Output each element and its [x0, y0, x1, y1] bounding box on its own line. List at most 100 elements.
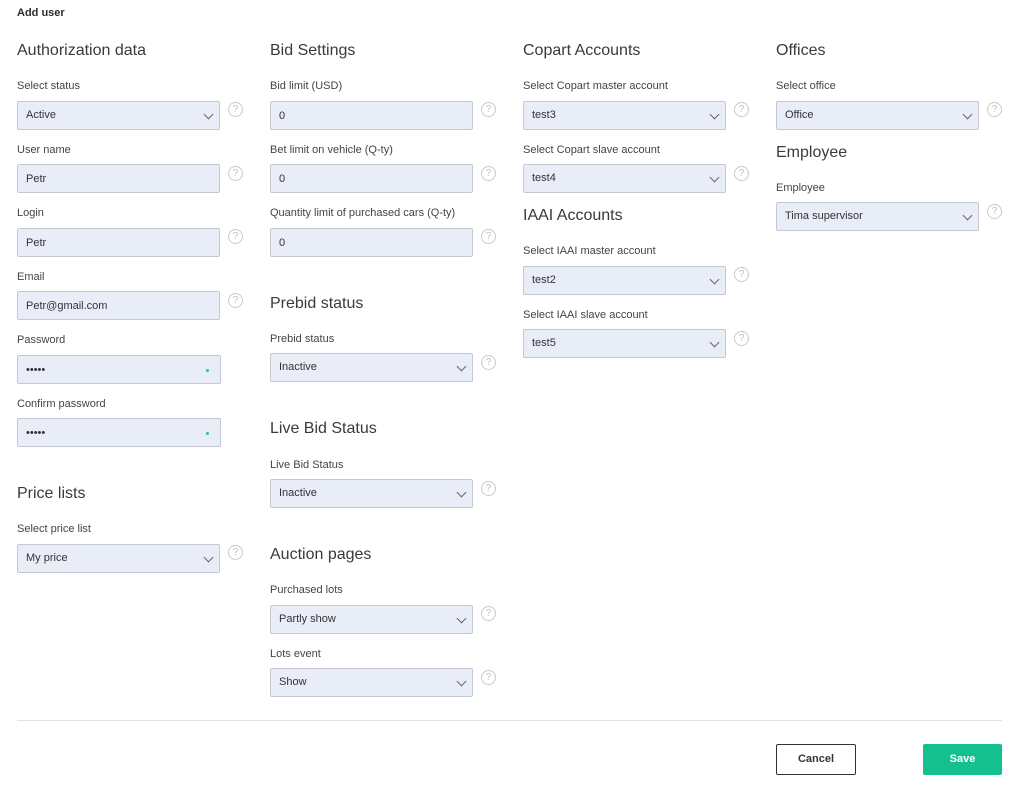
copart-slave-select[interactable]: test4: [523, 164, 726, 193]
iaai-master-select[interactable]: test2: [523, 266, 726, 295]
price-list-select[interactable]: My price: [17, 544, 220, 573]
bet-limit-field-box: [270, 164, 473, 193]
help-icon[interactable]: ?: [228, 166, 243, 181]
chevron-down-icon: [203, 552, 214, 563]
quantity-limit-label: Quantity limit of purchased cars (Q-ty): [270, 207, 456, 219]
help-icon[interactable]: ?: [228, 229, 243, 244]
help-icon[interactable]: ?: [228, 293, 243, 308]
chevron-down-icon: [709, 172, 720, 183]
section-title-offices: Offices: [776, 42, 826, 59]
section-title-bid-settings: Bid Settings: [270, 42, 356, 59]
username-field-box: [17, 164, 220, 193]
copart-slave-value: test4: [532, 172, 556, 184]
chevron-down-icon: [962, 210, 973, 221]
bid-limit-input[interactable]: [279, 102, 459, 129]
bet-limit-input[interactable]: [279, 165, 459, 192]
purchased-lots-select[interactable]: Partly show: [270, 605, 473, 634]
section-title-live-bid: Live Bid Status: [270, 420, 377, 437]
help-icon[interactable]: ?: [481, 102, 496, 117]
bet-limit-label: Bet limit on vehicle (Q-ty): [270, 144, 393, 156]
chevron-down-icon: [456, 487, 467, 498]
chevron-down-icon: [709, 274, 720, 285]
chevron-down-icon: [709, 109, 720, 120]
office-select[interactable]: Office: [776, 101, 979, 130]
chevron-down-icon: [709, 337, 720, 348]
password-field-box: [17, 355, 221, 384]
section-title-employee: Employee: [776, 144, 848, 161]
prebid-status-value: Inactive: [279, 361, 317, 373]
iaai-slave-value: test5: [532, 337, 556, 349]
login-label: Login: [17, 207, 44, 219]
live-bid-status-select[interactable]: Inactive: [270, 479, 473, 508]
help-icon[interactable]: ?: [734, 102, 749, 117]
copart-master-label: Select Copart master account: [523, 80, 668, 92]
copart-slave-label: Select Copart slave account: [523, 144, 660, 156]
help-icon[interactable]: ?: [734, 331, 749, 346]
help-icon[interactable]: ?: [228, 545, 243, 560]
password-label: Password: [17, 334, 66, 346]
help-icon[interactable]: ?: [734, 166, 749, 181]
section-title-iaai: IAAI Accounts: [523, 207, 623, 224]
employee-label: Employee: [776, 182, 825, 194]
lots-event-select[interactable]: Show: [270, 668, 473, 697]
email-field-box: [17, 291, 220, 320]
section-title-price-lists: Price lists: [17, 485, 86, 502]
username-label: User name: [17, 144, 71, 156]
help-icon[interactable]: ?: [481, 229, 496, 244]
email-label: Email: [17, 271, 45, 283]
login-input[interactable]: [26, 229, 206, 256]
help-icon[interactable]: ?: [481, 670, 496, 685]
footer-divider: [17, 720, 1002, 721]
chevron-down-icon: [456, 613, 467, 624]
price-list-value: My price: [26, 552, 68, 564]
help-icon[interactable]: ?: [734, 267, 749, 282]
confirm-password-label: Confirm password: [17, 398, 106, 410]
prebid-status-select[interactable]: Inactive: [270, 353, 473, 382]
confirm-password-input[interactable]: [26, 419, 206, 446]
bid-limit-label: Bid limit (USD): [270, 80, 343, 92]
purchased-lots-label: Purchased lots: [270, 584, 343, 596]
chevron-down-icon: [203, 109, 214, 120]
iaai-slave-label: Select IAAI slave account: [523, 309, 648, 321]
chevron-down-icon: [456, 676, 467, 687]
password-indicator-icon: [206, 432, 209, 435]
help-icon[interactable]: ?: [228, 102, 243, 117]
login-field-box: [17, 228, 220, 257]
quantity-limit-input[interactable]: [279, 229, 459, 256]
section-title-copart: Copart Accounts: [523, 42, 641, 59]
password-input[interactable]: [26, 356, 206, 383]
iaai-slave-select[interactable]: test5: [523, 329, 726, 358]
help-icon[interactable]: ?: [987, 102, 1002, 117]
password-indicator-icon: [206, 369, 209, 372]
live-bid-status-label: Live Bid Status: [270, 459, 344, 471]
status-value: Active: [26, 109, 56, 121]
help-icon[interactable]: ?: [481, 606, 496, 621]
lots-event-value: Show: [279, 676, 307, 688]
section-title-auction-pages: Auction pages: [270, 546, 372, 563]
confirm-password-field-box: [17, 418, 221, 447]
copart-master-value: test3: [532, 109, 556, 121]
status-select[interactable]: Active: [17, 101, 220, 130]
prebid-status-label: Prebid status: [270, 333, 335, 345]
save-button[interactable]: Save: [923, 744, 1002, 775]
username-input[interactable]: [26, 165, 206, 192]
employee-value: Tima supervisor: [785, 210, 863, 222]
help-icon[interactable]: ?: [987, 204, 1002, 219]
status-label: Select status: [17, 80, 80, 92]
email-input[interactable]: [26, 292, 206, 319]
price-list-label: Select price list: [17, 523, 91, 535]
section-title-prebid: Prebid status: [270, 295, 364, 312]
chevron-down-icon: [962, 109, 973, 120]
help-icon[interactable]: ?: [481, 481, 496, 496]
iaai-master-label: Select IAAI master account: [523, 245, 656, 257]
copart-master-select[interactable]: test3: [523, 101, 726, 130]
help-icon[interactable]: ?: [481, 355, 496, 370]
bid-limit-field-box: [270, 101, 473, 130]
live-bid-status-value: Inactive: [279, 487, 317, 499]
help-icon[interactable]: ?: [481, 166, 496, 181]
employee-select[interactable]: Tima supervisor: [776, 202, 979, 231]
purchased-lots-value: Partly show: [279, 613, 336, 625]
page-title: Add user: [17, 7, 65, 19]
office-value: Office: [785, 109, 814, 121]
cancel-button[interactable]: Cancel: [776, 744, 856, 775]
